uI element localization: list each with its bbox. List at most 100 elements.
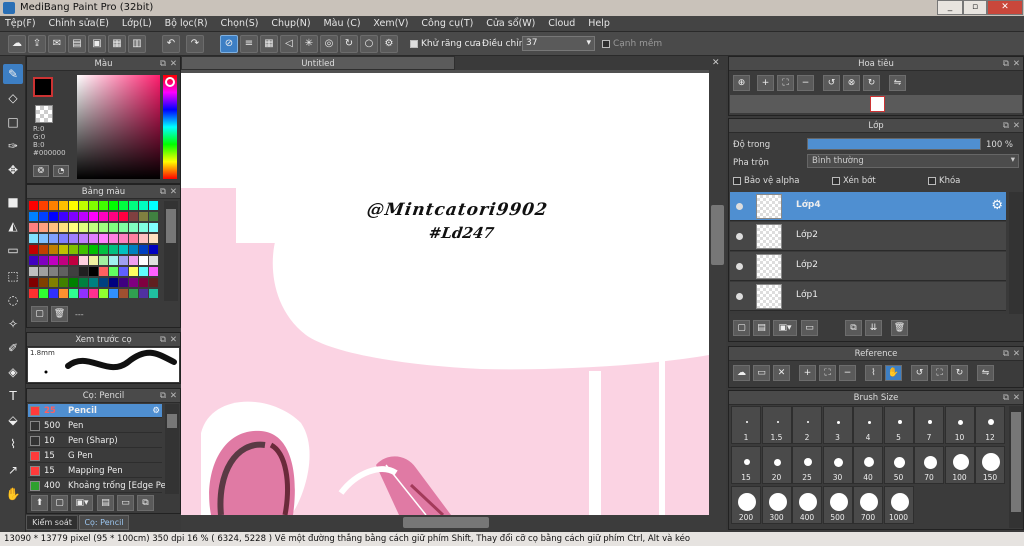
palette-swatch[interactable] (129, 223, 138, 232)
close-icon[interactable]: ✕ (170, 57, 177, 71)
palette-swatch[interactable] (59, 256, 68, 265)
close-icon[interactable]: ✕ (170, 333, 177, 347)
brush-size-cell[interactable]: 400 (792, 486, 822, 524)
palette-swatch[interactable] (39, 289, 48, 298)
protect-alpha-toggle[interactable]: Bảo vệ alpha (733, 176, 799, 186)
palette-swatch[interactable] (29, 289, 38, 298)
palette-swatch[interactable] (89, 289, 98, 298)
brush-size-scroll-thumb[interactable] (1011, 412, 1021, 512)
ref-eyedropper-icon[interactable]: ⌇ (865, 365, 882, 381)
menu-view[interactable]: Xem(V) (368, 16, 413, 29)
add-brush-icon[interactable]: ⬆ (31, 495, 48, 511)
brush-scroll-thumb[interactable] (167, 414, 177, 428)
brush-settings-gear-icon[interactable]: ⚙ (152, 404, 160, 418)
palette-swatch[interactable] (99, 201, 108, 210)
color-settings-icon[interactable]: ◔ (53, 165, 69, 177)
palette-swatch[interactable] (149, 234, 158, 243)
brush-settings-icon[interactable]: ▤ (97, 495, 114, 511)
zoom-in-icon[interactable]: + (757, 75, 774, 91)
layer-settings-gear-icon[interactable]: ⚙ (991, 198, 1003, 213)
brush-size-cell[interactable]: 3 (822, 406, 853, 444)
tab-brush-pencil[interactable]: Cọ: Pencil (79, 515, 129, 530)
brush-size-cell[interactable]: 40 (853, 446, 883, 484)
delete-layer-icon[interactable]: 🗑 (891, 320, 908, 336)
magic-wand-icon[interactable]: ✧ (3, 314, 23, 334)
brush-item[interactable]: 500 Pen (28, 419, 162, 433)
shape-tool-icon[interactable]: ■ (3, 192, 23, 212)
palette-swatch[interactable] (79, 245, 88, 254)
palette-swatch[interactable] (49, 256, 58, 265)
palette-swatch[interactable] (129, 256, 138, 265)
brush-item[interactable]: 400 Khoảng trống [Edge Pe (28, 479, 166, 493)
close-icon[interactable]: ✕ (1013, 119, 1020, 133)
close-icon[interactable]: ✕ (1013, 391, 1020, 405)
radial-snap-icon[interactable]: ✳ (300, 35, 318, 53)
popout-icon[interactable]: ⧉ (160, 185, 166, 199)
brush-size-cell[interactable]: 100 (944, 446, 975, 484)
ref-rotate-left-icon[interactable]: ↺ (911, 365, 928, 381)
brush-item[interactable]: 15 G Pen (28, 449, 162, 463)
dot-tool-icon[interactable]: □ (3, 112, 23, 132)
smudge-tool-icon[interactable]: ✑ (3, 136, 23, 156)
brush-size-cell[interactable]: 25 (792, 446, 822, 484)
tab-brush-control[interactable]: Kiểm soát cọ (26, 515, 78, 540)
palette-swatch[interactable] (149, 256, 158, 265)
menu-layer[interactable]: Lớp(L) (117, 16, 157, 29)
palette-swatch[interactable] (109, 267, 118, 276)
palette-swatch[interactable] (39, 212, 48, 221)
palette-swatch[interactable] (69, 223, 78, 232)
delete-palette-icon[interactable]: 🗑 (51, 306, 68, 322)
color-wheel-icon[interactable]: ❂ (33, 165, 49, 177)
palette-swatch[interactable] (89, 223, 98, 232)
zoom-fit-icon[interactable]: ⊕ (733, 75, 750, 91)
close-icon[interactable]: ✕ (1013, 347, 1020, 361)
palette-swatch[interactable] (89, 267, 98, 276)
minimize-button[interactable]: _ (937, 0, 963, 15)
palette-swatch[interactable] (69, 212, 78, 221)
palette-swatch[interactable] (49, 212, 58, 221)
brush-size-cell[interactable]: 15 (731, 446, 761, 484)
palette-swatch[interactable] (129, 245, 138, 254)
menu-color[interactable]: Màu (C) (318, 16, 365, 29)
palette-swatch[interactable] (29, 245, 38, 254)
saturation-value-picker[interactable] (77, 75, 160, 179)
palette-swatch[interactable] (149, 212, 158, 221)
layer-visibility-icon[interactable] (736, 203, 743, 210)
palette-swatch[interactable] (79, 289, 88, 298)
ref-fit-icon[interactable]: ⛶ (931, 365, 948, 381)
popout-icon[interactable]: ⧉ (160, 333, 166, 347)
correction-select[interactable]: 37 ▾ (522, 36, 595, 51)
soft-edge-toggle[interactable]: Cạnh mềm (602, 39, 662, 49)
eyedropper-icon[interactable]: ⌇ (3, 434, 23, 454)
palette-swatch[interactable] (29, 256, 38, 265)
zoom-out-icon[interactable]: − (797, 75, 814, 91)
layer-visibility-icon[interactable] (736, 263, 743, 270)
clipping-toggle[interactable]: Xén bớt (832, 176, 876, 186)
palette-swatch[interactable] (79, 212, 88, 221)
palette-swatch[interactable] (139, 278, 148, 287)
select-eraser-icon[interactable]: ◈ (3, 362, 23, 382)
brush-size-cell[interactable]: 4 (853, 406, 883, 444)
palette-swatch[interactable] (119, 212, 128, 221)
palette-swatch[interactable] (119, 245, 128, 254)
palette-swatch[interactable] (119, 289, 128, 298)
layer-row[interactable]: Lớp2 (730, 222, 1006, 251)
operation-tool-icon[interactable]: ↗ (3, 460, 23, 480)
fill-tool-icon[interactable]: ◭ (3, 216, 23, 236)
menu-edit[interactable]: Chỉnh sửa(E) (43, 16, 114, 29)
brush-size-cell[interactable]: 1000 (883, 486, 914, 524)
palette-swatch[interactable] (109, 201, 118, 210)
foreground-color-swatch[interactable] (33, 77, 53, 97)
palette-swatch[interactable] (99, 256, 108, 265)
rotate-right-icon[interactable]: ↻ (863, 75, 880, 91)
palette-swatch[interactable] (49, 223, 58, 232)
close-button[interactable]: ✕ (987, 0, 1023, 15)
ref-zoom-in-icon[interactable]: + (799, 365, 816, 381)
palette-swatch[interactable] (29, 201, 38, 210)
brush-size-scrollbar[interactable] (1009, 406, 1023, 528)
palette-swatch[interactable] (79, 267, 88, 276)
popout-icon[interactable]: ⧉ (1003, 347, 1009, 361)
popout-icon[interactable]: ⧉ (1003, 57, 1009, 71)
palette-swatch[interactable] (79, 223, 88, 232)
palette-swatch[interactable] (149, 289, 158, 298)
